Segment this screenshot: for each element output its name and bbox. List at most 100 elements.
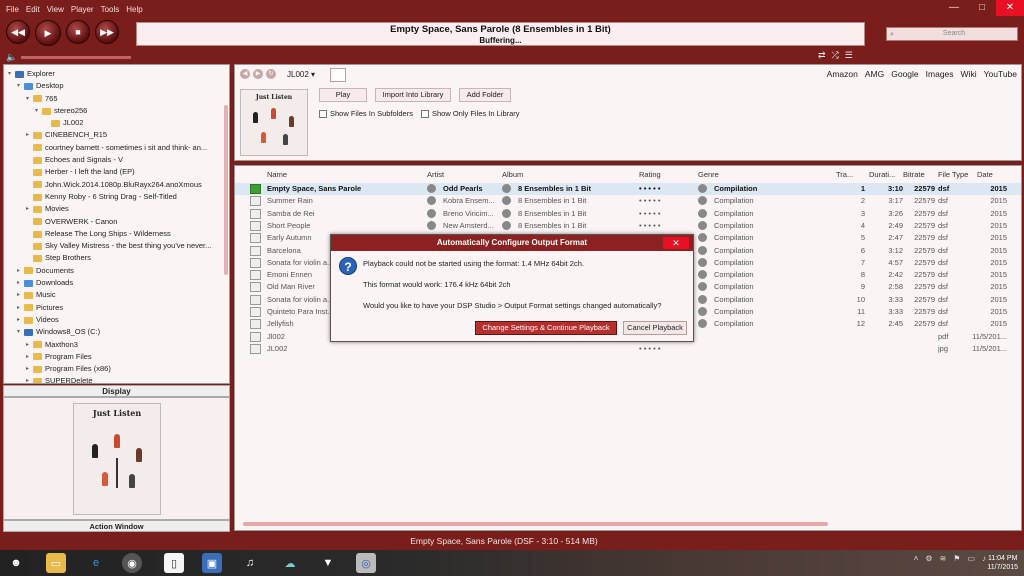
tree-item[interactable]: Step Brothers: [4, 252, 229, 264]
genre-info-icon[interactable]: [698, 245, 707, 255]
col-filetype[interactable]: File Type: [938, 169, 968, 181]
tree-item[interactable]: ▸ Videos: [4, 314, 229, 326]
maximize-button[interactable]: □: [968, 0, 996, 16]
headphones-icon[interactable]: ♫: [240, 553, 260, 573]
menu-help[interactable]: Help: [126, 3, 142, 17]
expand-arrow-icon[interactable]: ▾: [17, 326, 24, 338]
album-info-icon[interactable]: [502, 208, 511, 218]
expand-arrow-icon[interactable]: ▸: [17, 265, 24, 277]
menu-player[interactable]: Player: [71, 3, 94, 17]
table-row[interactable]: Empty Space, Sans Parole Odd Pearls 8 Ense…: [235, 183, 1021, 196]
tree-item[interactable]: ▸ Movies: [4, 203, 229, 215]
tree-item[interactable]: ▸ SUPERDelete: [4, 375, 229, 383]
album-info-icon[interactable]: [502, 184, 511, 193]
link-amg[interactable]: AMG: [865, 69, 884, 79]
play-button[interactable]: ▶: [35, 20, 61, 46]
link-google[interactable]: Google: [891, 69, 918, 79]
tree-item[interactable]: ▸ Pictures: [4, 302, 229, 314]
tree-item[interactable]: ▾ Explorer: [4, 68, 229, 80]
genre-info-icon[interactable]: [698, 319, 707, 329]
expand-arrow-icon[interactable]: ▾: [35, 105, 42, 117]
monitor-icon[interactable]: ▭: [967, 554, 975, 563]
table-row[interactable]: Summer Rain Kobra Ensem... 8 Ensembles in …: [235, 195, 1021, 207]
table-row[interactable]: Short People New Amsterd... 8 Ensembles in…: [235, 220, 1021, 232]
chrome-icon[interactable]: ◉: [122, 553, 142, 573]
tree-item[interactable]: ▸ Downloads: [4, 277, 229, 289]
album-info-icon[interactable]: [502, 220, 511, 230]
expand-arrow-icon[interactable]: ▸: [26, 363, 33, 375]
next-button[interactable]: ▶▶: [95, 20, 119, 44]
expand-arrow-icon[interactable]: ▾: [17, 80, 24, 92]
genre-info-icon[interactable]: [698, 257, 707, 267]
refresh-icon[interactable]: ↻: [266, 69, 276, 79]
dialog-close-button[interactable]: ✕: [663, 237, 689, 249]
gear-icon[interactable]: ⚙: [925, 554, 932, 563]
col-genre[interactable]: Genre: [698, 169, 719, 181]
tree-item[interactable]: ▾ stereo256: [4, 105, 229, 117]
play-folder-button[interactable]: Play: [319, 88, 367, 102]
only-library-checkbox[interactable]: Show Only Files In Library: [421, 109, 520, 118]
minimize-button[interactable]: —: [940, 0, 968, 16]
link-youtube[interactable]: YouTube: [984, 69, 1017, 79]
artist-info-icon[interactable]: [427, 208, 436, 218]
tree-item[interactable]: ▸ CINEBENCH_R15: [4, 129, 229, 141]
tree-item[interactable]: ▸ Music: [4, 289, 229, 301]
cancel-playback-button[interactable]: Cancel Playback: [623, 321, 687, 335]
link-images[interactable]: Images: [926, 69, 954, 79]
tree-item[interactable]: Echoes and Signals - V: [4, 154, 229, 166]
menu-view[interactable]: View: [47, 3, 64, 17]
stop-button[interactable]: ■: [66, 20, 90, 44]
document-icon[interactable]: ▯: [164, 553, 184, 573]
artist-info-icon[interactable]: [427, 220, 436, 230]
tree-item[interactable]: ▸ Program Files: [4, 351, 229, 363]
tree-item[interactable]: ▸ Program Files (x86): [4, 363, 229, 375]
col-bitrate[interactable]: Bitrate: [903, 169, 925, 181]
col-date[interactable]: Date: [977, 169, 993, 181]
col-artist[interactable]: Artist: [427, 169, 444, 181]
tree-scrollbar[interactable]: [224, 105, 228, 275]
col-album[interactable]: Album: [502, 169, 523, 181]
tree-item[interactable]: ▾ Windows8_OS (C:): [4, 326, 229, 338]
internet-explorer-icon[interactable]: e: [86, 553, 106, 573]
table-row[interactable]: Samba de Rei Breno Viricim... 8 Ensembles …: [235, 208, 1021, 220]
window-icon[interactable]: ▣: [202, 553, 222, 573]
expand-arrow-icon[interactable]: ▸: [17, 289, 24, 301]
forward-icon[interactable]: ▶: [253, 69, 263, 79]
expand-arrow-icon[interactable]: ▸: [26, 351, 33, 363]
tree-item[interactable]: John.Wick.2014.1080p.BluRayx264.anoXmous: [4, 179, 229, 191]
horizontal-scrollbar[interactable]: [243, 522, 828, 526]
artist-info-icon[interactable]: [427, 196, 436, 206]
mask-icon[interactable]: ☻: [6, 553, 26, 573]
tree-item[interactable]: Kenny Roby - 6 String Drag - Self-Titled: [4, 191, 229, 203]
expand-arrow-icon[interactable]: ▸: [26, 375, 33, 383]
file-explorer-icon[interactable]: ▭: [46, 553, 66, 573]
menu-file[interactable]: File: [6, 3, 19, 17]
expand-arrow-icon[interactable]: ▸: [17, 314, 24, 326]
volume-slider[interactable]: [21, 56, 132, 59]
genre-info-icon[interactable]: [698, 220, 707, 230]
add-folder-button[interactable]: Add Folder: [459, 88, 511, 102]
tree-item[interactable]: ▸ Maxthon3: [4, 339, 229, 351]
tree-item[interactable]: courtney barnett - sometimes i sit and t…: [4, 142, 229, 154]
expand-arrow-icon[interactable]: ▾: [26, 93, 33, 105]
link-amazon[interactable]: Amazon: [827, 69, 858, 79]
col-name[interactable]: Name: [267, 169, 287, 181]
fox-icon[interactable]: ▼: [318, 553, 338, 573]
menu-tools[interactable]: Tools: [101, 3, 120, 17]
genre-info-icon[interactable]: [698, 208, 707, 218]
flag-icon[interactable]: ⚑: [953, 554, 960, 563]
repeat-icon[interactable]: ⇄: [818, 50, 826, 61]
tree-item[interactable]: Herber - I left the land (EP): [4, 166, 229, 178]
genre-info-icon[interactable]: [698, 270, 707, 280]
genre-info-icon[interactable]: [698, 184, 707, 193]
expand-arrow-icon[interactable]: ▸: [17, 302, 24, 314]
search-input[interactable]: ⌕ Search: [886, 27, 1018, 41]
breadcrumb[interactable]: JL002 ▾: [287, 70, 315, 79]
genre-info-icon[interactable]: [698, 196, 707, 206]
artist-info-icon[interactable]: [427, 184, 436, 193]
shuffle-icon[interactable]: ⤮: [832, 50, 839, 61]
col-duration[interactable]: Durati...: [869, 169, 895, 181]
tree-item[interactable]: Release The Long Ships - Wilderness: [4, 228, 229, 240]
tree-item[interactable]: OVERWERK - Canon: [4, 216, 229, 228]
import-library-button[interactable]: Import Into Library: [375, 88, 451, 102]
